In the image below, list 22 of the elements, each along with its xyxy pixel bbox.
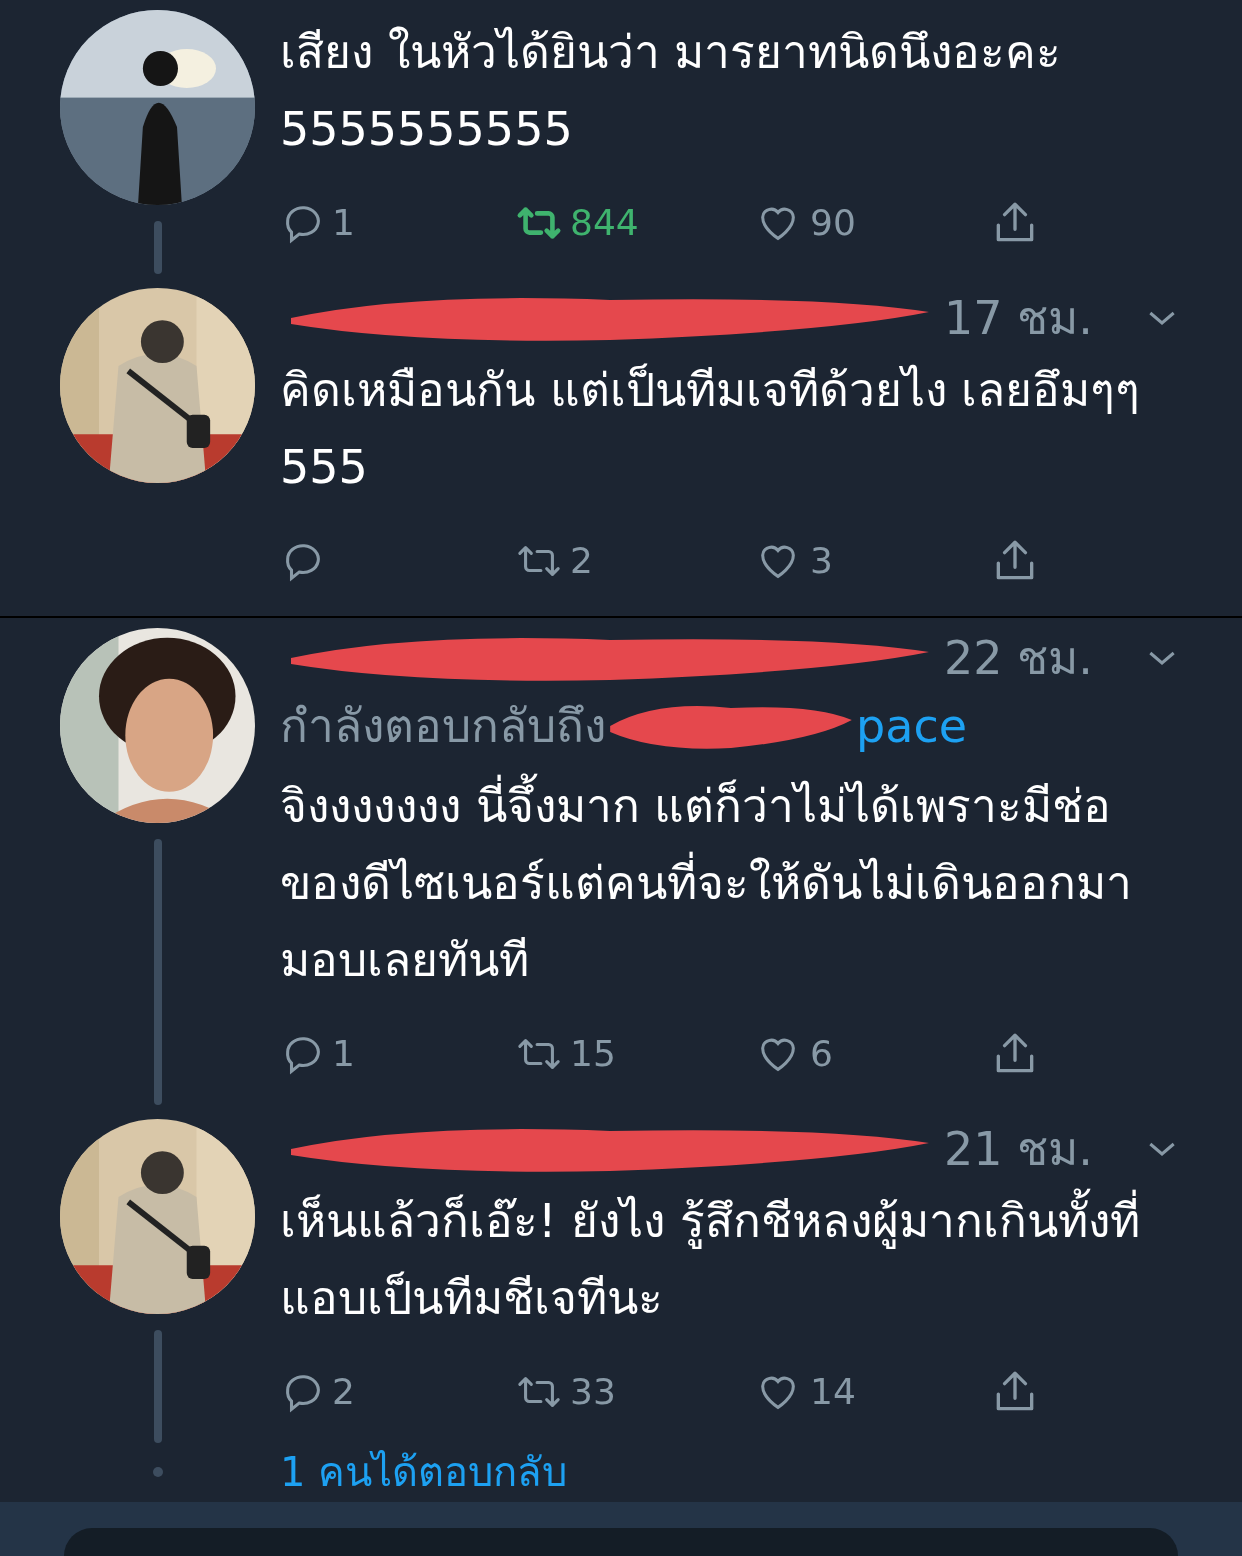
- reply-count: 2: [332, 1370, 355, 1414]
- tweet-time: 17 ชม.: [944, 289, 1093, 347]
- retweet-count: 15: [570, 1032, 616, 1076]
- more-replies-link[interactable]: 1 คนได้ตอบกลับ: [255, 1442, 568, 1502]
- reply-count: 1: [332, 201, 355, 245]
- retweet-count: 33: [570, 1370, 616, 1414]
- tweet-text: จิงงงงงงง นี่จึ้งมาก แต่ก็ว่าไม่ได้เพราะมีช่อของดีไซเนอร์แต่คนที่จะให้ดันไม่เดินออกมามอบเลยทันที: [280, 768, 1182, 999]
- retweet-count: 844: [570, 201, 639, 245]
- retweet-count: 2: [570, 539, 593, 583]
- tweet-text: เสียง ในหัวได้ยินว่า มารยาทนิดนึงอะคะ 5555555555: [280, 24, 1063, 158]
- tweet-text: คิดเหมือนกัน แต่เป็นทีมเจทีด้วยไง เลยอึมๆๆ 555: [280, 362, 1142, 496]
- reply-count: 1: [332, 1032, 355, 1076]
- like-count: 6: [810, 1032, 833, 1076]
- reply-field[interactable]: [64, 1528, 1178, 1556]
- like-count: 3: [810, 539, 833, 583]
- tweet-time: 22 ชม.: [944, 629, 1093, 687]
- replying-to-label: กำลังตอบกลับถึง: [280, 697, 606, 755]
- mention-link[interactable]: pace: [856, 691, 967, 761]
- like-count: 90: [810, 201, 856, 245]
- tweet-text: เห็นแล้วก็เอ๊ะ! ยังไง รู้สึกชีหลงผู้มากเกินทั้งที่แอบเป็นทีมชีเจทีนะ: [280, 1183, 1182, 1337]
- like-count: 14: [810, 1370, 856, 1414]
- tweet-time: 21 ชม.: [944, 1120, 1093, 1178]
